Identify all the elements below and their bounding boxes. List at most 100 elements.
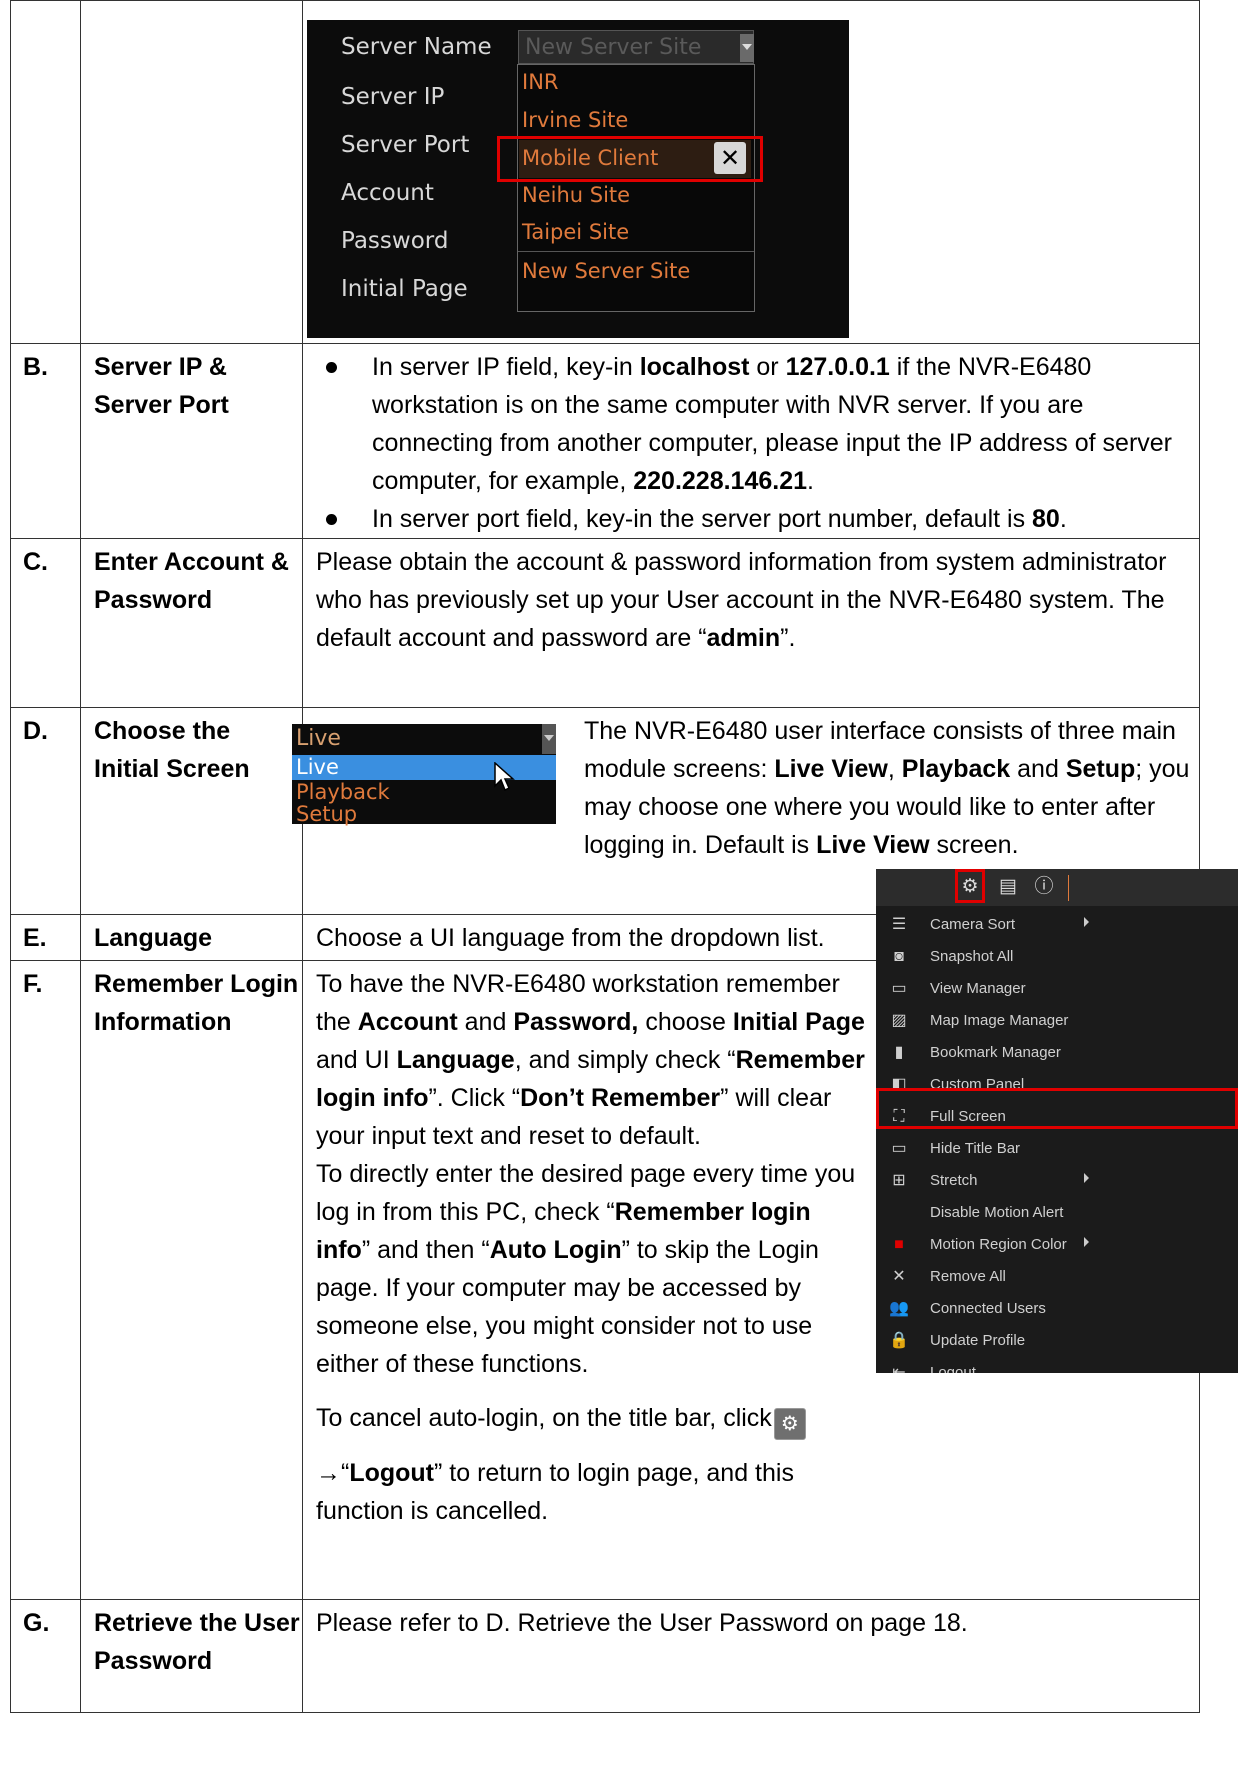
highlight-box — [876, 1088, 1238, 1129]
initial-page-label: Initial Page — [341, 276, 468, 302]
menu-item[interactable]: 🔒 Update Profile — [876, 1325, 1238, 1357]
chevron-right-icon — [1084, 1237, 1089, 1247]
logout-icon: ⇤ — [892, 1364, 906, 1373]
gear-icon: ⚙ — [773, 1408, 806, 1440]
menu-item[interactable]: ✕ Remove All — [876, 1261, 1238, 1293]
menu-item[interactable]: ■ Motion Region Color — [876, 1229, 1238, 1261]
menu-item-label: Map Image Manager — [930, 1012, 1069, 1029]
settings-menu-screenshot: ⚙ ▤ ⓘ ☰ Camera Sort ◙ Snapshot All ▭ View Man… — [876, 869, 1238, 1373]
list-icon: ☰ — [891, 916, 907, 933]
menu-item-label: Logout — [930, 1364, 976, 1373]
paragraph: To directly enter the desired page every… — [316, 1160, 856, 1378]
row-name: Language — [80, 914, 303, 961]
users-icon: 👥 — [889, 1300, 909, 1317]
title-bar: ⚙ ▤ ⓘ — [876, 869, 1238, 906]
server-port-label: Server Port — [341, 132, 470, 158]
document-icon[interactable]: ▤ — [996, 875, 1020, 899]
menu-item-label: Stretch — [930, 1172, 978, 1189]
divider — [518, 251, 754, 252]
menu-item-label: Motion Region Color — [930, 1236, 1067, 1253]
menu-item[interactable]: ☰ Camera Sort — [876, 909, 1238, 941]
table-row: B. Server IP & Server Port In server IP … — [10, 343, 1200, 539]
id-cell — [10, 0, 81, 344]
mouse-cursor-icon — [494, 762, 515, 792]
row-id: F. — [10, 960, 81, 1600]
menu-item-label: Camera Sort — [930, 916, 1016, 933]
row-name: Server IP & Server Port — [80, 343, 303, 539]
stretch-icon: ⊞ — [892, 1172, 906, 1189]
row-description: Please refer to D. Retrieve the User Pas… — [302, 1599, 1200, 1713]
row-id: E. — [10, 914, 81, 961]
menu-item[interactable]: ▭ View Manager — [876, 973, 1238, 1005]
chevron-right-icon — [1084, 1173, 1089, 1183]
server-name-dropdown: INR Irvine Site Mobile Client Neihu Site… — [517, 64, 755, 312]
bullet-list: In server IP field, key-in localhost or … — [316, 348, 1193, 538]
menu-item[interactable]: ▭ Hide Title Bar — [876, 1133, 1238, 1165]
row-name: Remember Login Information — [80, 960, 303, 1600]
menu-item[interactable]: ▨ Map Image Manager — [876, 1005, 1238, 1037]
row-name: Retrieve the User Password — [80, 1599, 303, 1713]
chevron-down-icon[interactable] — [740, 34, 754, 62]
dropdown-item[interactable]: New Server Site — [522, 256, 690, 286]
dropdown-item-selected[interactable]: Live — [292, 755, 556, 780]
row-id: G. — [10, 1599, 81, 1713]
menu-item[interactable]: ⇤ Logout — [876, 1357, 1238, 1373]
menu-item[interactable]: ⊞ Stretch — [876, 1165, 1238, 1197]
row-id: D. — [10, 707, 81, 915]
bullet-icon — [326, 514, 337, 525]
table-row: G. Retrieve the User Password Please ref… — [10, 1599, 1200, 1713]
dropdown-item[interactable]: Neihu Site — [522, 180, 630, 210]
dropdown-item[interactable]: Setup — [296, 802, 357, 827]
menu-item-label: Remove All — [930, 1268, 1006, 1285]
close-icon: ✕ — [892, 1268, 906, 1285]
bullet-icon — [326, 362, 337, 373]
menu-item-label: View Manager — [930, 980, 1026, 997]
dropdown-item[interactable]: Irvine Site — [522, 105, 628, 135]
menu-item[interactable]: 👥 Connected Users — [876, 1293, 1238, 1325]
initial-page-dropdown-screenshot: Live Live Playback Setup — [292, 724, 556, 827]
highlight-box — [497, 136, 763, 182]
remember-login-text: To have the NVR-E6480 workstation rememb… — [316, 965, 868, 1530]
bookmark-icon: ▮ — [894, 1044, 904, 1061]
menu-item[interactable]: ▮ Bookmark Manager — [876, 1037, 1238, 1069]
row-description: Please obtain the account & password inf… — [302, 538, 1200, 708]
row-name: Choose the Initial Screen — [80, 707, 303, 915]
table-row: C. Enter Account & Password Please obtai… — [10, 538, 1200, 708]
name-cell — [80, 0, 303, 344]
camera-icon: ◙ — [894, 948, 904, 965]
chevron-down-icon[interactable] — [542, 724, 556, 754]
lock-icon: 🔒 — [889, 1332, 909, 1349]
menu-item-label: Hide Title Bar — [930, 1140, 1021, 1157]
initial-page-select[interactable]: Live — [296, 726, 341, 751]
paragraph: To cancel auto-login, on the title bar, … — [316, 1399, 868, 1440]
dropdown-item[interactable]: Taipei Site — [522, 217, 629, 247]
list-item: In server port field, key-in the server … — [316, 500, 1193, 538]
account-label: Account — [341, 180, 434, 206]
document-page: B. Server IP & Server Port In server IP … — [0, 0, 1238, 1765]
menu-item-label: Connected Users — [930, 1300, 1046, 1317]
server-name-select[interactable]: New Server Site — [518, 30, 754, 64]
menu-item-label: Bookmark Manager — [930, 1044, 1061, 1061]
menu-item-label: Update Profile — [930, 1332, 1026, 1349]
color-square-icon: ■ — [894, 1236, 904, 1253]
menu-item[interactable]: ◙ Snapshot All — [876, 941, 1238, 973]
menu-item-label: Disable Motion Alert — [930, 1204, 1064, 1221]
image-icon: ▨ — [891, 1012, 907, 1029]
paragraph: →“Logout” to return to login page, and t… — [316, 1459, 794, 1525]
chevron-right-icon — [1084, 917, 1089, 927]
list-item: In server IP field, key-in localhost or … — [316, 348, 1193, 500]
row-description: In server IP field, key-in localhost or … — [302, 343, 1200, 539]
paragraph: To have the NVR-E6480 workstation rememb… — [316, 970, 865, 1150]
server-name-label: Server Name — [341, 34, 492, 60]
info-icon[interactable]: ⓘ — [1032, 875, 1056, 899]
dropdown-item[interactable]: INR — [522, 67, 559, 97]
blank-icon — [888, 1202, 910, 1224]
divider — [1068, 875, 1069, 901]
menu-item[interactable]: Disable Motion Alert — [876, 1197, 1238, 1229]
initial-screen-text: The NVR-E6480 user interface consists of… — [584, 717, 1190, 859]
server-ip-label: Server IP — [341, 84, 445, 110]
login-dialog-screenshot: Server Name Server IP Server Port Accoun… — [307, 20, 849, 338]
menu-item-label: Snapshot All — [930, 948, 1014, 965]
window-icon: ▭ — [891, 980, 907, 997]
row-name: Enter Account & Password — [80, 538, 303, 708]
